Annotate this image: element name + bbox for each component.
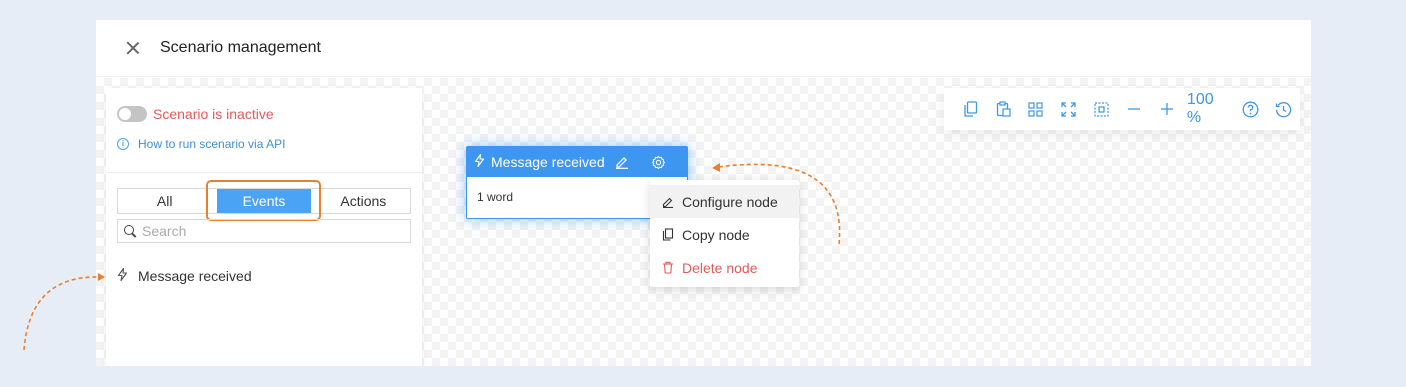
event-label: Message received (138, 268, 252, 284)
status-text: Scenario is inactive (153, 106, 274, 122)
page-title: Scenario management (160, 39, 321, 56)
scenario-canvas[interactable]: Scenario is inactive i How to run scenar… (96, 78, 1311, 366)
search-box (117, 219, 411, 243)
tab-events[interactable]: Events (217, 189, 311, 213)
scenario-toggle[interactable] (117, 106, 147, 122)
api-help-link[interactable]: How to run scenario via API (138, 137, 285, 151)
zoom-in-icon[interactable] (1150, 92, 1183, 126)
edit-icon[interactable] (615, 155, 629, 169)
menu-item-delete-node[interactable]: Delete node (650, 251, 799, 284)
info-icon: i (117, 138, 129, 150)
status-row: Scenario is inactive (117, 106, 274, 122)
scenario-window: Scenario management Scenario is inactive… (96, 20, 1311, 366)
fit-screen-icon[interactable] (1052, 92, 1085, 126)
help-icon[interactable] (1235, 92, 1268, 126)
menu-item-label: Copy node (682, 226, 750, 243)
search-icon (124, 225, 134, 235)
zoom-out-icon[interactable] (1118, 92, 1151, 126)
context-menu: Configure node Copy node Delete node (650, 180, 799, 287)
menu-item-copy-node[interactable]: Copy node (650, 218, 799, 251)
divider (106, 172, 422, 173)
close-icon[interactable] (124, 39, 142, 57)
paste-icon[interactable] (987, 92, 1020, 126)
tab-actions[interactable]: Actions (317, 189, 410, 213)
canvas-toolbar: 100 % (944, 88, 1300, 130)
node-header: Message received (467, 147, 687, 177)
trash-icon (662, 261, 674, 274)
menu-item-label: Configure node (682, 193, 778, 210)
filter-tabs: All Events Actions (117, 188, 411, 214)
lightning-icon (117, 267, 129, 284)
lightning-icon (474, 153, 485, 170)
tab-all[interactable]: All (118, 189, 211, 213)
window-header: Scenario management (96, 20, 1311, 77)
menu-item-configure-node[interactable]: Configure node (650, 185, 799, 218)
copy-icon (662, 228, 674, 241)
grid-icon[interactable] (1019, 92, 1052, 126)
gear-icon[interactable] (651, 155, 666, 170)
sidebar: Scenario is inactive i How to run scenar… (106, 88, 422, 366)
edit-icon (662, 196, 674, 208)
frame-icon[interactable] (1085, 92, 1118, 126)
zoom-level: 100 % (1186, 91, 1214, 126)
api-row: i How to run scenario via API (117, 137, 285, 151)
menu-item-label: Delete node (682, 259, 758, 276)
copy-icon[interactable] (954, 92, 987, 126)
node-title: Message received (491, 154, 605, 170)
search-input[interactable] (142, 223, 402, 239)
history-icon[interactable] (1267, 92, 1300, 126)
list-item[interactable]: Message received (117, 267, 252, 284)
